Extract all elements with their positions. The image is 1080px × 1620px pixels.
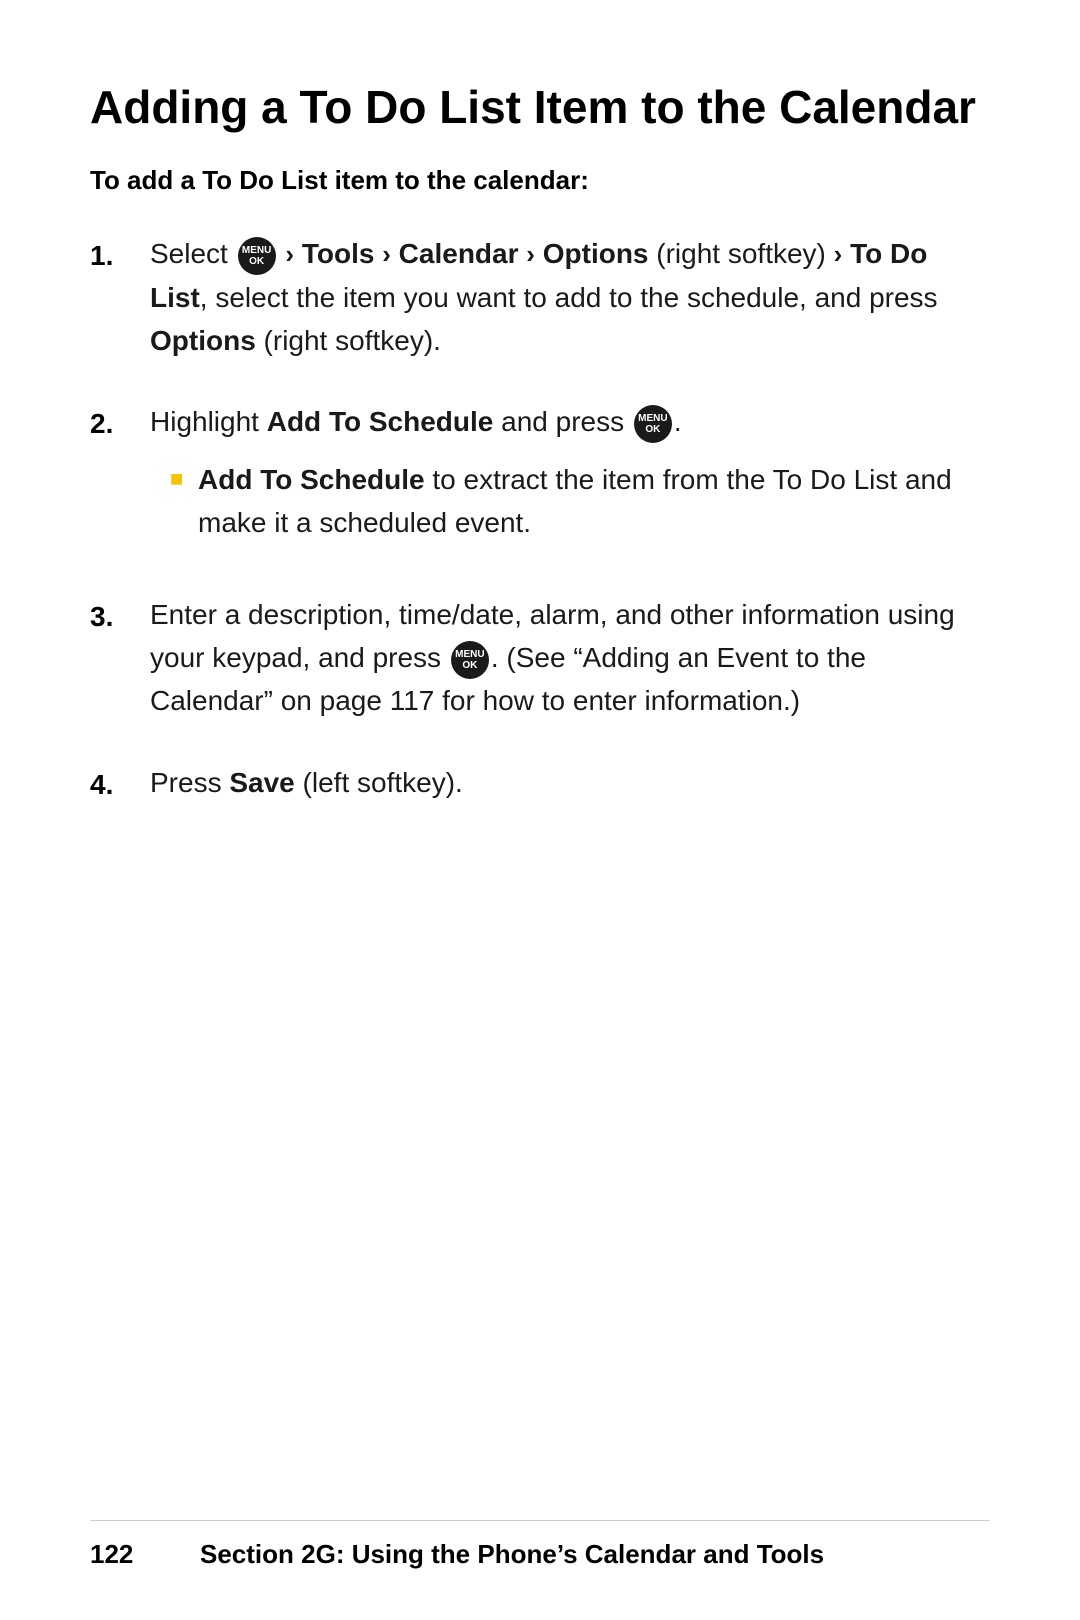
- steps-list: 1. Select MENUOK › Tools › Calendar › Op…: [90, 232, 990, 806]
- bullet-marker-1: ■: [170, 458, 198, 496]
- step-number-2: 2.: [90, 400, 150, 445]
- step-number-4: 4.: [90, 761, 150, 806]
- page-title: Adding a To Do List Item to the Calendar: [90, 80, 990, 135]
- footer-section-title: Section 2G: Using the Phone’s Calendar a…: [200, 1539, 824, 1570]
- section-intro: To add a To Do List item to the calendar…: [90, 165, 990, 196]
- footer-page-number: 122: [90, 1539, 170, 1570]
- step-item-1: 1. Select MENUOK › Tools › Calendar › Op…: [90, 232, 990, 362]
- step-item-2: 2. Highlight Add To Schedule and press M…: [90, 400, 990, 554]
- menu-ok-icon-3: MENUOK: [451, 641, 489, 679]
- step-content-3: Enter a description, time/date, alarm, a…: [150, 593, 990, 723]
- bullet-content-1: Add To Schedule to extract the item from…: [198, 458, 990, 545]
- step-item-3: 3. Enter a description, time/date, alarm…: [90, 593, 990, 723]
- page-container: Adding a To Do List Item to the Calendar…: [0, 0, 1080, 924]
- step-number-1: 1.: [90, 232, 150, 277]
- step-content-4: Press Save (left softkey).: [150, 761, 990, 804]
- footer: 122 Section 2G: Using the Phone’s Calend…: [90, 1520, 990, 1570]
- step-content-2: Highlight Add To Schedule and press MENU…: [150, 400, 990, 554]
- step-number-3: 3.: [90, 593, 150, 638]
- bullet-item-1: ■ Add To Schedule to extract the item fr…: [170, 458, 990, 545]
- menu-ok-icon-1: MENUOK: [238, 237, 276, 275]
- menu-ok-icon-2: MENUOK: [634, 405, 672, 443]
- bullet-list-2: ■ Add To Schedule to extract the item fr…: [150, 458, 990, 545]
- step-item-4: 4. Press Save (left softkey).: [90, 761, 990, 806]
- step-content-1: Select MENUOK › Tools › Calendar › Optio…: [150, 232, 990, 362]
